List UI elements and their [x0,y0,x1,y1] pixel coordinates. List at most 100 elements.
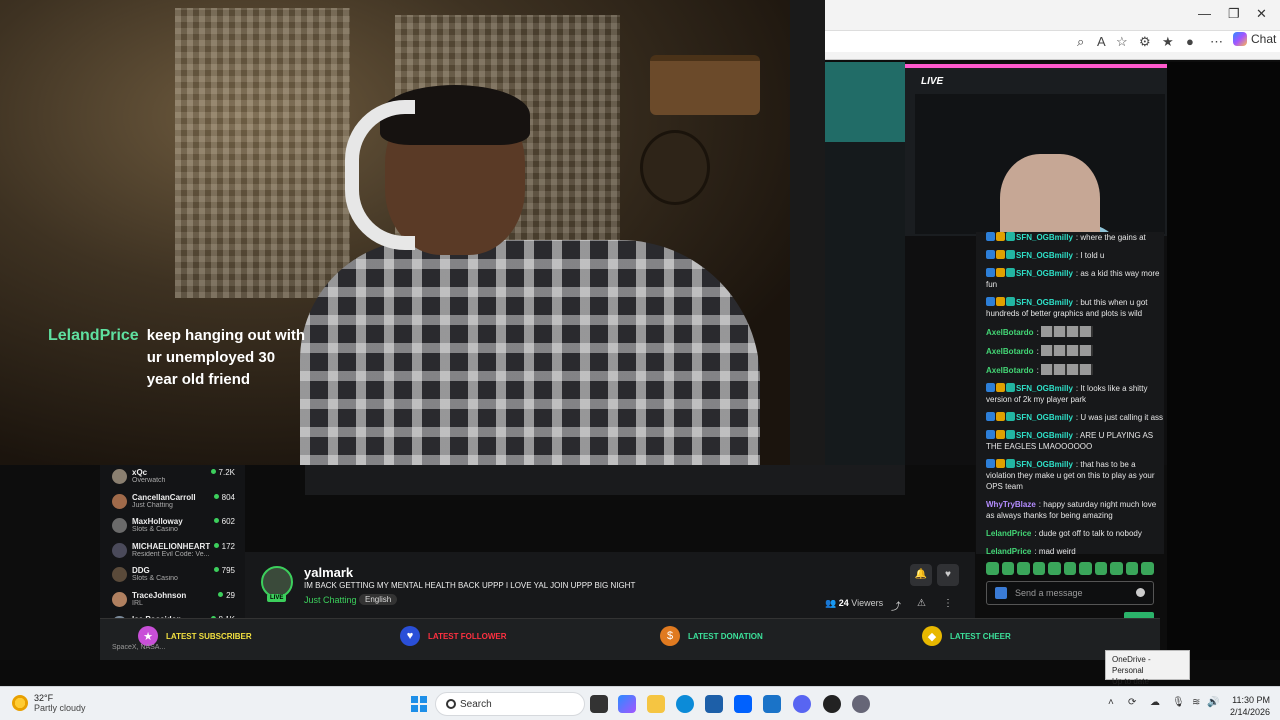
emoji-icon[interactable] [1136,588,1145,597]
follow-heart-button[interactable]: ♥ [937,564,959,586]
file-explorer-icon[interactable] [647,695,665,713]
emote-icon[interactable] [1048,562,1061,575]
windows-taskbar: 32°F Partly cloudy Search ˄ ⟳ ☁ 🎙 ≋ 🔊 11… [0,686,1280,720]
settings-icon[interactable] [852,695,870,713]
chat-username[interactable]: SFN_OGBmilly [1016,460,1073,469]
report-icon[interactable]: ⚠ [917,598,926,609]
emote-icon[interactable] [1125,562,1139,575]
share-icon[interactable]: ⤴ [891,598,901,613]
chat-badge-icon [1006,297,1015,306]
followed-channels-sidebar: xQc Overwatch 7.2K CancellanCarroll Just Cha… [100,465,245,630]
chat-badge-icon [996,268,1005,277]
emote-icon[interactable] [1032,562,1046,575]
chat-badge-icon [996,383,1005,392]
nested-mini-info [305,465,905,495]
avatar [112,591,127,607]
zoom-icon[interactable]: ⌕ [1077,34,1084,50]
chat-badge-icon [986,459,995,468]
extensions-icon[interactable]: ⚙ [1139,34,1151,50]
copilot-icon [1233,32,1247,46]
outlook-icon[interactable] [763,695,781,713]
emote-icon[interactable] [1063,562,1077,575]
sidebar-channel-item[interactable]: DDG Slots & Casino 795 [100,563,245,588]
emote-icon[interactable] [1110,562,1123,575]
avatar [112,542,127,558]
chat-message: SFN_OGBmilly: I told u [986,250,1164,261]
chat-username[interactable]: SFN_OGBmilly [1016,413,1073,422]
emote-icon[interactable] [1141,562,1155,575]
chat-input[interactable]: Send a message [986,581,1154,605]
profile-icon[interactable]: ● [1186,34,1194,49]
discord-icon[interactable] [793,695,811,713]
dropbox-icon[interactable] [734,695,752,713]
language-tag[interactable]: English [359,594,398,605]
close-button[interactable]: ✕ [1256,6,1267,22]
sidebar-channel-item[interactable]: TraceJohnson IRL 29 [100,588,245,613]
emote-icon[interactable] [1017,562,1030,575]
chat-text: dude got off to talk to nobody [1038,529,1142,538]
copilot-taskbar-icon[interactable] [618,695,636,713]
maximize-button[interactable]: ❐ [1228,6,1240,22]
chat-badge-icon[interactable] [995,587,1007,599]
favorites-icon[interactable]: ★ [1162,34,1174,50]
read-aloud-icon[interactable]: A [1097,34,1106,49]
chat-username[interactable]: LelandPrice [986,547,1031,554]
start-button[interactable] [411,696,427,712]
onedrive-icon[interactable]: ☁ [1150,697,1160,708]
more-options-icon[interactable]: ⋮ [943,598,953,609]
chat-username[interactable]: SFN_OGBmilly [1016,431,1073,440]
wifi-icon[interactable]: ≋ [1192,697,1200,708]
taskbar-search[interactable]: Search [435,692,585,716]
store-icon[interactable] [705,695,723,713]
channel-name[interactable]: yalmark [304,565,353,580]
chat-badge-icon [996,430,1005,439]
overlay-chat-text: keep hanging out with ur unemployed 30 y… [146,327,306,388]
nested-teal-block [825,62,905,142]
chat-message: AxelBotardo: [986,345,1164,357]
chat-username[interactable]: AxelBotardo [986,366,1034,375]
system-clock[interactable]: 11:30 PM 2/14/2026 [1218,694,1270,718]
chat-username[interactable]: AxelBotardo [986,347,1034,356]
chat-username[interactable]: WhyTryBlaze [986,500,1036,509]
viewer-count-number: 24 [838,598,849,608]
chat-username[interactable]: AxelBotardo [986,328,1034,337]
favorite-icon[interactable]: ☆ [1116,34,1128,50]
emote-bar[interactable] [986,562,1155,576]
minimize-button[interactable]: — [1198,6,1211,21]
chat-badge-icon [986,268,995,277]
latest-cheer: ◆ LATEST CHEER [922,623,1011,649]
task-view-icon[interactable] [590,695,608,713]
chat-username[interactable]: SFN_OGBmilly [1016,269,1073,278]
more-icon[interactable]: ⋯ [1210,34,1223,50]
sidebar-channel-item[interactable]: xQc Overwatch 7.2K [100,465,245,490]
weather-widget[interactable]: 32°F Partly cloudy [12,693,86,713]
copilot-chat-button[interactable]: Chat [1233,32,1276,46]
chat-badge-icon [986,297,995,306]
latest-subscriber-label: LATEST SUBSCRIBER [166,631,252,641]
sidebar-channel-item[interactable]: CancellanCarroll Just Chatting 804 [100,490,245,515]
channel-game: Just Chatting [132,501,173,509]
tray-chevron-icon[interactable]: ˄ [1108,697,1114,708]
sidebar-channel-item[interactable]: MaxHolloway Slots & Casino 602 [100,514,245,539]
emote-icon[interactable] [1079,562,1092,575]
emote-icon[interactable] [1094,562,1108,575]
overlay-chat-message: LelandPrice keep hanging out with ur une… [48,325,308,391]
chat-username[interactable]: LelandPrice [986,529,1031,538]
chat-username[interactable]: SFN_OGBmilly [1016,233,1073,242]
webcam-view: LelandPrice keep hanging out with ur une… [0,0,825,465]
emote-icon[interactable] [986,562,999,575]
microphone-icon[interactable]: 🎙 [1172,697,1185,708]
chat-username[interactable]: SFN_OGBmilly [1016,251,1073,260]
chat-username[interactable]: SFN_OGBmilly [1016,298,1073,307]
lower-dark-strip [0,660,1280,685]
chat-button-label: Chat [1251,32,1277,46]
stream-category[interactable]: Just Chatting [304,595,357,605]
notification-bell-button[interactable]: 🔔 [910,564,932,586]
tray-app-icon[interactable]: ⟳ [1128,697,1136,708]
obs-icon[interactable] [823,695,841,713]
edge-browser-icon[interactable] [676,695,694,713]
chat-badge-icon [1006,232,1015,241]
chat-username[interactable]: SFN_OGBmilly [1016,384,1073,393]
emote-icon[interactable] [1001,562,1015,575]
sidebar-channel-item[interactable]: MICHAELIONHEART Resident Evil Code: Ve...… [100,539,245,564]
